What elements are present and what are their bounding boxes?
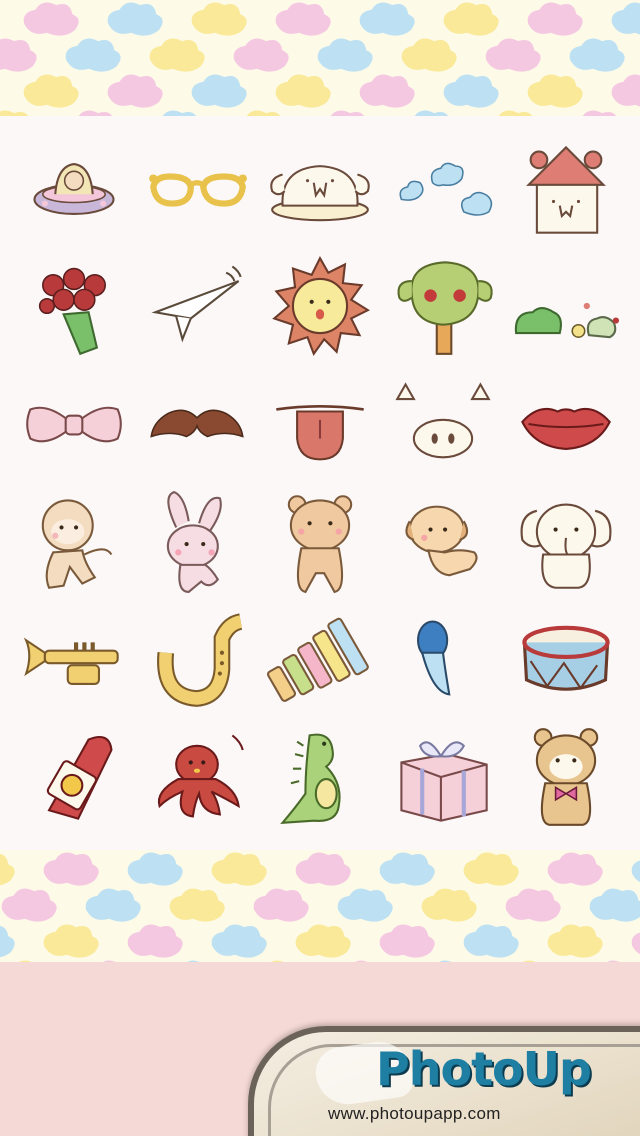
saxophone-sticker[interactable] (135, 601, 258, 719)
cloud-shape (43, 924, 99, 958)
pig-nose-sticker[interactable] (382, 365, 505, 483)
maraca-sticker[interactable] (382, 601, 505, 719)
cloud-shape (107, 2, 163, 36)
cloud-shape (443, 74, 499, 108)
cloud-shape (485, 38, 541, 72)
apple-tree-sticker[interactable] (382, 248, 505, 366)
cloud-shape (149, 38, 205, 72)
drum-sticker[interactable] (505, 601, 628, 719)
bunny-sticker[interactable] (135, 483, 258, 601)
cloud-shape (505, 888, 561, 922)
cloud-shape (317, 38, 373, 72)
puppy-sticker[interactable] (382, 483, 505, 601)
cloud-shape (295, 852, 351, 886)
photoup-banner[interactable]: PhotoUp www.photoupapp.com (248, 1026, 640, 1136)
sticker-panel (0, 116, 640, 850)
paper-plane-sticker[interactable] (135, 248, 258, 366)
rose-bouquet-sticker[interactable] (12, 248, 135, 366)
cloud-shape (547, 924, 603, 958)
cloud-shape (337, 888, 393, 922)
trumpet-sticker[interactable] (12, 601, 135, 719)
elephant-sticker[interactable] (505, 483, 628, 601)
cloud-shape (631, 860, 640, 883)
cloud-shape (275, 74, 331, 108)
cloud-shape (23, 2, 79, 36)
cloud-shape (211, 852, 267, 886)
sticker-grid (12, 130, 628, 836)
cloud-shape (1, 888, 57, 922)
cloud-shape (569, 38, 625, 72)
cloud-shape (443, 2, 499, 36)
cloud-shape (611, 2, 640, 35)
tongue-sticker[interactable] (258, 365, 381, 483)
gift-box-sticker[interactable] (382, 718, 505, 836)
elephant-hat-sticker[interactable] (258, 130, 381, 248)
cloud-shape (359, 74, 415, 108)
cloud-pattern-bottom (0, 850, 640, 962)
cloud-shape (379, 924, 435, 958)
sun-sticker[interactable] (258, 248, 381, 366)
cloud-shape (0, 38, 37, 72)
cloud-shape (191, 2, 247, 36)
xylophone-sticker[interactable] (258, 601, 381, 719)
teddy-bear-sticker[interactable] (505, 718, 628, 836)
cloud-shape (0, 854, 15, 886)
cloud-shape (107, 74, 163, 108)
cloud-shape (127, 924, 183, 958)
cloud-shape (275, 2, 331, 36)
house-sticker[interactable] (505, 130, 628, 248)
cloud-shape (233, 38, 289, 72)
ufo-monkey-sticker[interactable] (12, 130, 135, 248)
glasses-sticker[interactable] (135, 130, 258, 248)
cloud-shape (0, 926, 15, 958)
cloud-shape (589, 888, 640, 922)
website-url[interactable]: www.photoupapp.com (328, 1104, 501, 1124)
cloud-shape (253, 888, 309, 922)
cloud-shape (359, 2, 415, 36)
cloud-shape (127, 852, 183, 886)
bushes-sticker[interactable] (505, 248, 628, 366)
cloud-shape (527, 74, 583, 108)
cloud-shape (547, 852, 603, 886)
cloud-shape (631, 932, 640, 955)
cloud-shape (23, 74, 79, 108)
lips-sticker[interactable] (505, 365, 628, 483)
bear-sticker[interactable] (258, 483, 381, 601)
cloud-shape (611, 74, 640, 107)
cloud-shape (211, 924, 267, 958)
cloud-shape (169, 888, 225, 922)
dinosaur-sticker[interactable] (258, 718, 381, 836)
octopus-sticker[interactable] (135, 718, 258, 836)
photoup-logo: PhotoUp (376, 1042, 592, 1096)
cloud-shape (85, 888, 141, 922)
cloud-shape (65, 38, 121, 72)
cloud-shape (191, 74, 247, 108)
clouds-sticker[interactable] (382, 130, 505, 248)
bow-tie-sticker[interactable] (12, 365, 135, 483)
cloud-shape (43, 852, 99, 886)
cloud-shape (295, 924, 351, 958)
mustache-sticker[interactable] (135, 365, 258, 483)
cloud-shape (527, 2, 583, 36)
cloud-shape (379, 852, 435, 886)
cloud-shape (463, 924, 519, 958)
cloud-shape (463, 852, 519, 886)
rocket-sticker[interactable] (12, 718, 135, 836)
cloud-shape (421, 888, 477, 922)
cloud-shape (401, 38, 457, 72)
monkey-sticker[interactable] (12, 483, 135, 601)
cloud-pattern-top (0, 0, 640, 116)
